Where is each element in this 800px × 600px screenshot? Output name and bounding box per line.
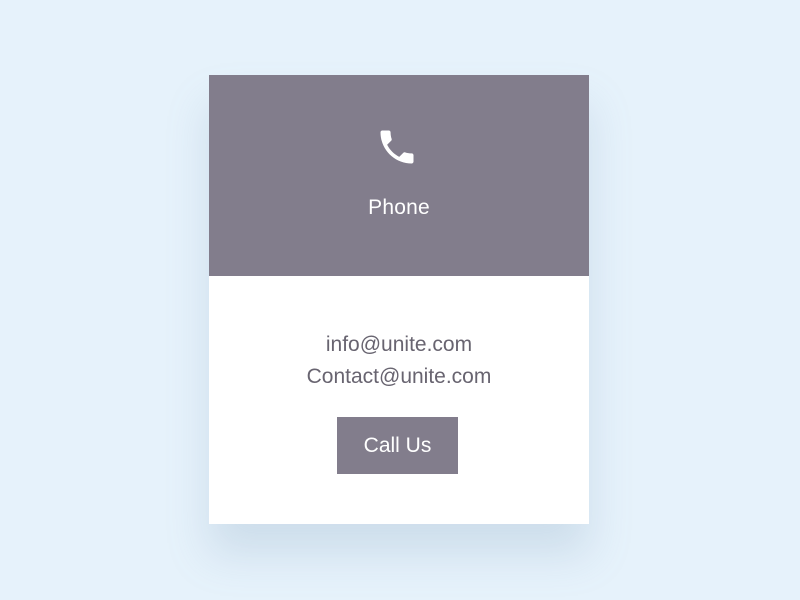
email-contact: Contact@unite.com: [306, 365, 492, 388]
phone-icon: [375, 125, 419, 169]
call-us-button[interactable]: Call Us: [337, 417, 458, 474]
contact-card: Phone info@unite.com Contact@unite.com C…: [209, 75, 589, 524]
card-header: Phone: [209, 75, 589, 276]
email-info: info@unite.com: [325, 333, 473, 356]
card-header-title: Phone: [368, 196, 430, 219]
email-list: info@unite.com Contact@unite.com: [209, 329, 589, 393]
